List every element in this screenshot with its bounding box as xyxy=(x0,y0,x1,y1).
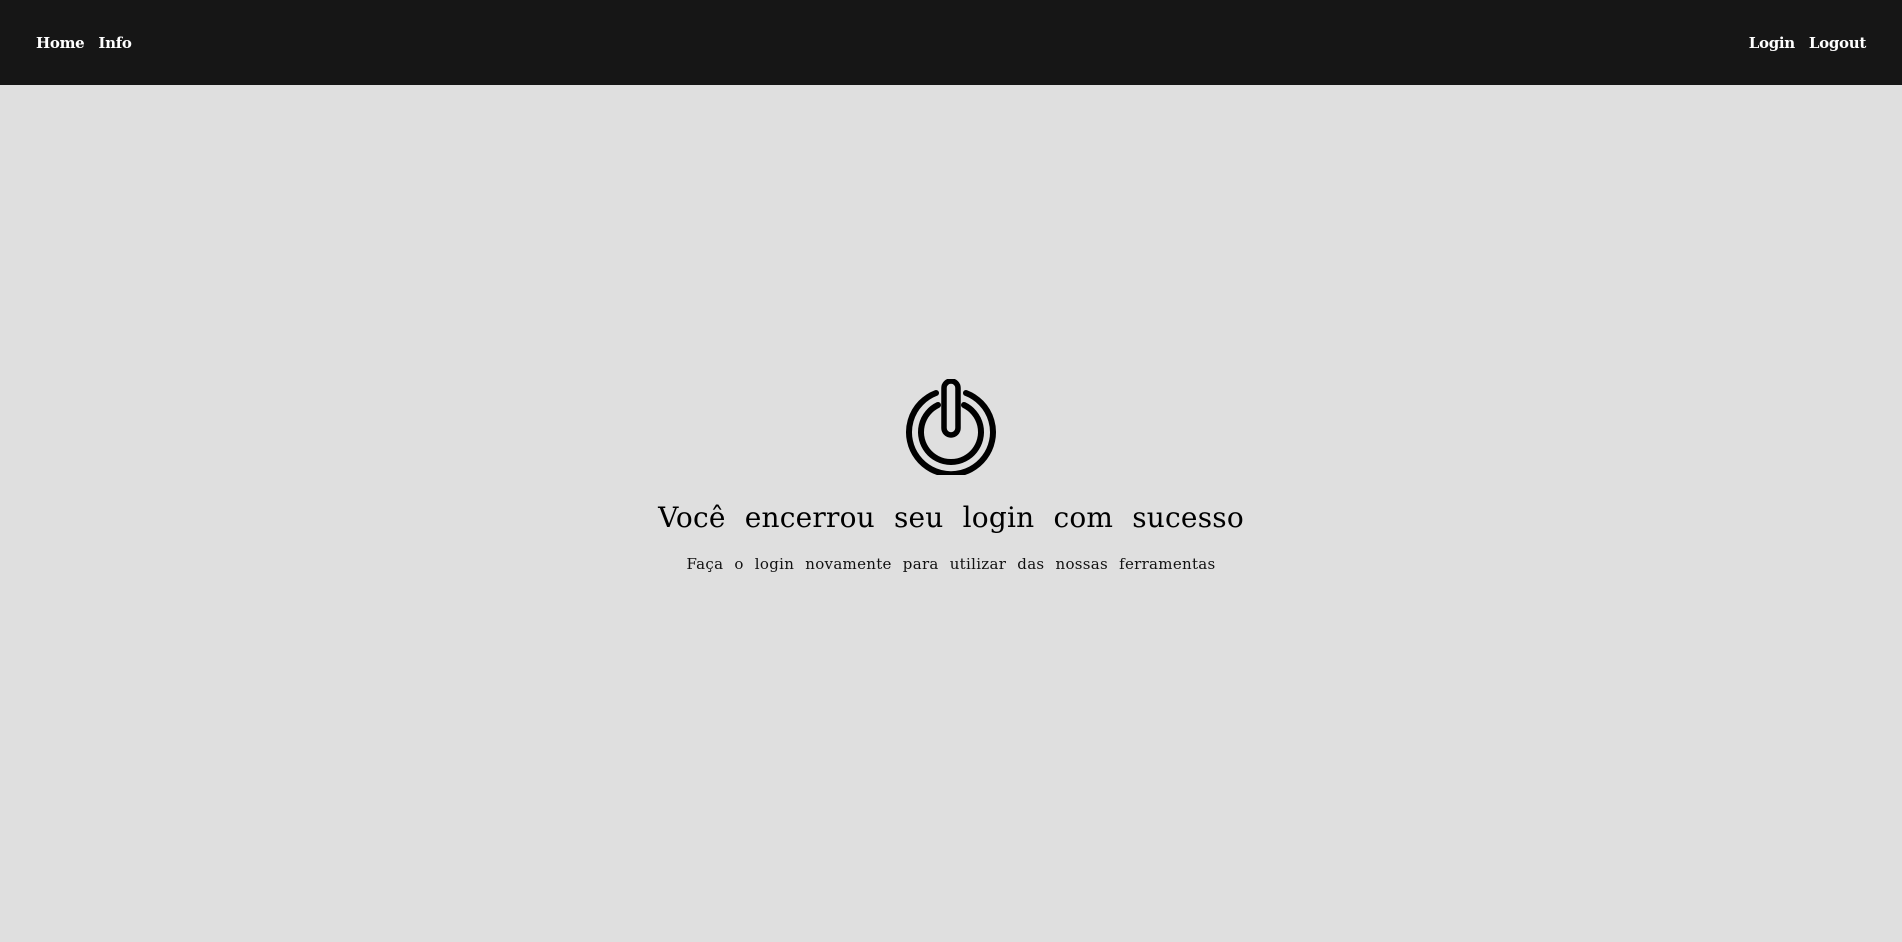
nav-right-group: Login Logout xyxy=(1749,0,1867,85)
nav-link-logout[interactable]: Logout xyxy=(1809,34,1866,52)
nav-left-group: Home Info xyxy=(36,0,132,85)
logout-title: Você encerrou seu login com sucesso xyxy=(658,501,1244,534)
power-icon xyxy=(906,379,996,475)
nav-link-login[interactable]: Login xyxy=(1749,34,1795,52)
nav-link-info[interactable]: Info xyxy=(98,34,131,52)
logout-subtitle: Faça o login novamente para utilizar das… xyxy=(686,555,1216,573)
top-navbar: Home Info Login Logout xyxy=(0,0,1902,85)
nav-link-home[interactable]: Home xyxy=(36,34,85,52)
